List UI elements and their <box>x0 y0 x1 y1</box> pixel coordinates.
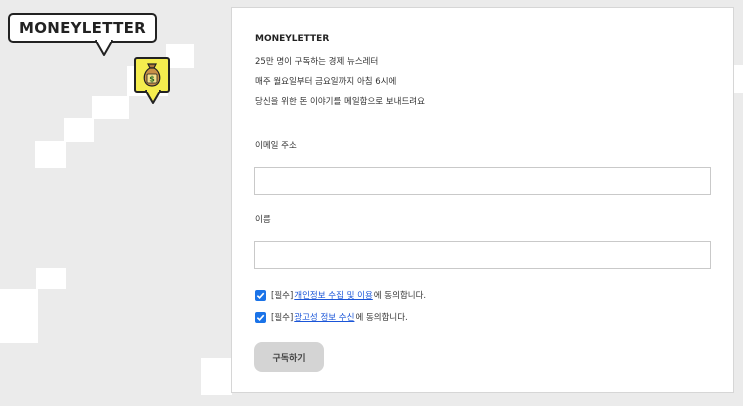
form-description-line: 당신을 위한 돈 이야기를 메일함으로 보내드려요 <box>255 97 425 107</box>
name-label: 이름 <box>255 215 271 225</box>
brand-badge: MONEYLETTER <box>8 13 157 43</box>
staircase-step <box>166 44 194 68</box>
ad-info-link[interactable]: 광고성 정보 수신 <box>294 311 354 323</box>
form-description-line: 25만 명이 구독하는 경제 뉴스레터 <box>255 57 379 67</box>
staircase-step <box>64 118 94 142</box>
subscribe-form-card: MONEYLETTER 25만 명이 구독하는 경제 뉴스레터 매주 월요일부터… <box>231 7 734 393</box>
staircase-step <box>92 96 129 119</box>
consent-text: 에 동의합니다. <box>355 313 408 323</box>
staircase-step <box>36 268 66 289</box>
money-badge-tail <box>145 88 161 104</box>
staircase-step <box>35 141 66 168</box>
form-description-line: 매주 월요일부터 금요일까지 아침 6시에 <box>255 77 397 87</box>
email-field[interactable] <box>254 167 711 195</box>
form-brand-title: MONEYLETTER <box>255 34 330 44</box>
ad-consent-row: [필수] 광고성 정보 수신 에 동의합니다. <box>255 311 408 323</box>
privacy-consent-row: [필수] 개인정보 수집 및 이용 에 동의합니다. <box>255 289 426 301</box>
subscribe-button[interactable]: 구독하기 <box>254 342 324 372</box>
money-bag-icon: $ <box>143 63 161 87</box>
staircase-step <box>734 65 743 93</box>
consent-required-tag: [필수] <box>271 291 294 301</box>
brand-badge-tail <box>95 38 113 56</box>
privacy-policy-link[interactable]: 개인정보 수집 및 이용 <box>294 289 373 301</box>
consent-required-tag: [필수] <box>271 313 294 323</box>
money-bag-badge: $ <box>134 57 170 93</box>
checkmark-icon <box>256 292 265 299</box>
email-label: 이메일 주소 <box>255 141 297 151</box>
name-field[interactable] <box>254 241 711 269</box>
ad-consent-checkbox[interactable] <box>255 311 266 323</box>
privacy-consent-checkbox[interactable] <box>255 289 266 301</box>
checkmark-icon <box>256 314 265 321</box>
consent-text: 에 동의합니다. <box>373 291 427 301</box>
staircase-step <box>0 289 38 343</box>
staircase-step <box>201 358 232 395</box>
svg-text:$: $ <box>149 75 155 84</box>
